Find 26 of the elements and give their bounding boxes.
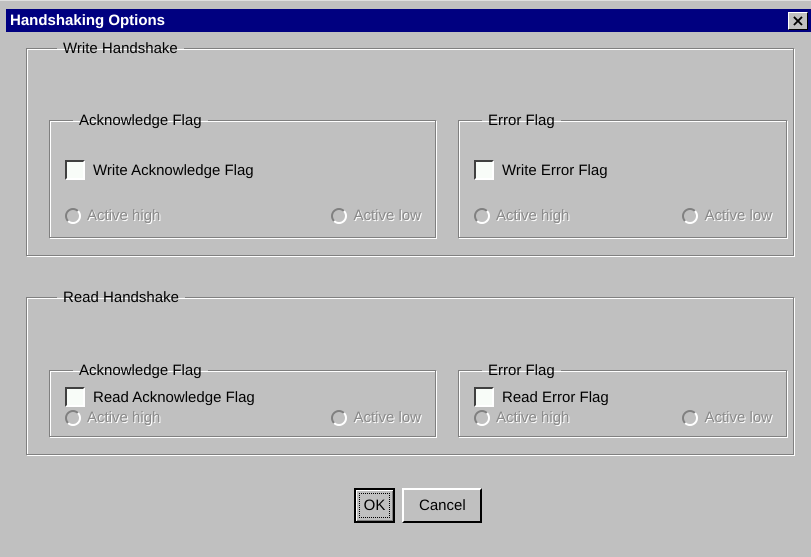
radio-label: Active high [87,207,160,224]
window-title: Handshaking Options [10,12,166,29]
ok-button[interactable]: OK [354,488,396,523]
checkbox[interactable] [65,160,85,180]
checkbox[interactable] [474,160,494,180]
radio-label: Active low [704,409,772,426]
group-title: Write Handshake [62,40,179,57]
checkbox-label: Write Acknowledge Flag [93,162,254,178]
radio-label: Active high [87,409,160,426]
group-title: Read Handshake [62,289,180,306]
group-title: Error Flag [487,362,556,379]
checkbox-label: Read Error Flag [502,388,609,406]
radio-label: Active low [704,207,772,224]
cancel-button[interactable]: Cancel [402,488,482,523]
radio-label: Active low [353,409,421,426]
checkbox-label: Read Acknowledge Flag [93,388,255,406]
close-button[interactable]: × [788,12,808,30]
radio-label: Active high [496,207,570,224]
radio-label: Active low [353,207,421,224]
group-title: Acknowledge Flag [78,362,203,379]
group-title: Acknowledge Flag [78,112,203,129]
checkbox[interactable] [474,387,494,407]
checkbox[interactable] [65,387,85,407]
checkbox-label: Write Error Flag [502,162,608,178]
radio-label: Active high [496,409,570,426]
group-title: Error Flag [487,112,556,129]
